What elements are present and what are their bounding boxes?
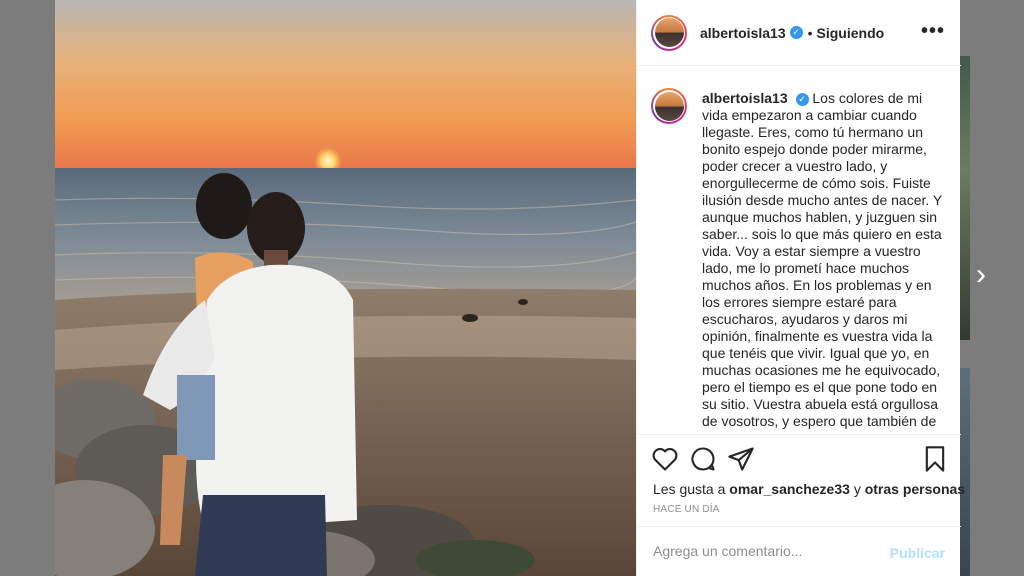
caption-text: Los colores de mi vida empezaron a cambi… xyxy=(702,90,942,429)
heart-icon[interactable] xyxy=(651,445,679,473)
adjacent-post-thumbnail xyxy=(960,56,970,340)
caption-username[interactable]: albertoisla13 xyxy=(702,90,788,106)
bookmark-icon[interactable] xyxy=(921,445,949,473)
likes-prefix: Les gusta a xyxy=(653,481,726,497)
verified-icon: ✓ xyxy=(789,26,803,39)
more-icon[interactable]: ••• xyxy=(921,20,945,43)
comment-input[interactable] xyxy=(653,543,883,559)
avatar[interactable] xyxy=(651,14,687,51)
adjacent-post-thumbnail xyxy=(960,368,970,576)
likes-user-link[interactable]: omar_sanchezе33 xyxy=(729,481,850,497)
post-photo[interactable] xyxy=(55,0,636,576)
publish-button[interactable]: Publicar xyxy=(890,545,945,561)
following-button[interactable]: Siguiendo xyxy=(817,25,885,41)
comments-area[interactable]: albertoisla13 ✓ Los colores de mi vida e… xyxy=(637,66,961,434)
add-comment-bar: Publicar xyxy=(637,526,961,576)
separator-dot: • xyxy=(807,24,813,41)
avatar[interactable] xyxy=(651,88,687,124)
post-details-panel: albertoisla13 ✓ • Siguiendo ••• albertoi… xyxy=(636,0,965,576)
share-icon[interactable] xyxy=(727,445,755,473)
post-header: albertoisla13 ✓ • Siguiendo ••• xyxy=(637,0,961,66)
caption: albertoisla13 ✓ Los colores de mi vida e… xyxy=(702,90,944,430)
author-username[interactable]: albertoisla13 xyxy=(700,25,786,41)
verified-icon: ✓ xyxy=(795,92,809,106)
post-actions: Les gusta a omar_sanchezе33 y otras pers… xyxy=(637,434,965,526)
caption-row: albertoisla13 ✓ Los colores de mi vida e… xyxy=(651,86,944,430)
likes-summary: Les gusta a omar_sanchezе33 y otras pers… xyxy=(653,481,965,497)
likes-others-link[interactable]: otras personas xyxy=(865,481,965,497)
post-timestamp[interactable]: HACE UN DÍA xyxy=(653,504,720,515)
chevron-right-icon[interactable]: › xyxy=(976,258,998,292)
likes-joiner: y xyxy=(853,481,861,497)
comment-icon[interactable] xyxy=(689,445,717,473)
